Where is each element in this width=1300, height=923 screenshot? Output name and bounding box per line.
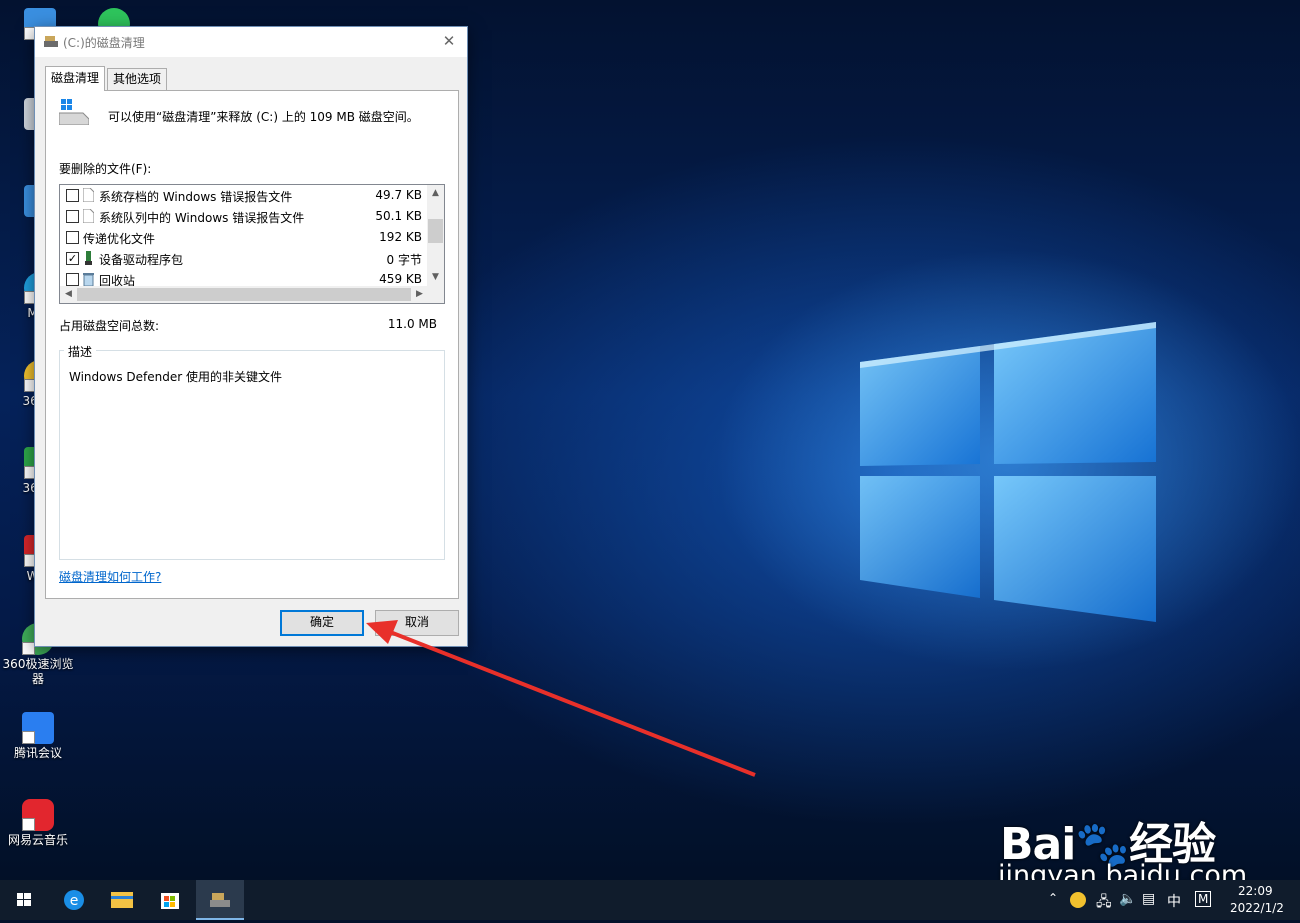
help-link[interactable]: 磁盘清理如何工作? [59,568,161,585]
checkbox-checked[interactable]: ✓ [66,252,79,265]
file-icon [83,188,94,202]
edge-icon: e [64,890,84,910]
netease-music-icon [22,799,54,831]
recycle-bin-icon [83,273,94,286]
tab-disk-cleanup[interactable]: 磁盘清理 [45,66,106,91]
tray-chevron-icon[interactable]: ⌃ [1048,891,1058,905]
file-icon [83,209,94,223]
checkbox[interactable] [66,189,79,202]
network-icon[interactable]: 🖧 [1096,891,1112,915]
scroll-down-icon[interactable]: ▼ [427,269,444,286]
svg-text:e: e [70,893,79,909]
checkbox[interactable] [66,210,79,223]
scroll-thumb[interactable] [428,219,443,243]
volume-icon[interactable]: 🔈 [1119,891,1136,907]
dialog-titlebar[interactable]: (C:)的磁盘清理 ✕ [35,27,467,57]
file-name: 设备驱动程序包 [99,253,184,267]
file-name: 传递优化文件 [83,232,156,246]
list-item[interactable]: 系统存档的 Windows 错误报告文件 49.7 KB [60,185,428,206]
windows-start-icon [17,893,31,906]
description-legend: 描述 [64,343,97,360]
list-item[interactable]: 传递优化文件 192 KB [60,227,428,248]
scrollbar-corner [427,286,444,303]
scroll-up-icon[interactable]: ▲ [427,185,444,202]
tab-more-options[interactable]: 其他选项 [107,68,168,91]
tray-360-icon[interactable] [1070,892,1086,908]
taskbar-file-explorer[interactable] [98,880,146,920]
drive-icon [59,99,89,125]
dialog-title: (C:)的磁盘清理 [63,36,145,50]
taskbar-disk-cleanup[interactable] [196,880,244,920]
total-space-value: 11.0 MB [387,317,437,331]
file-size: 459 KB [379,272,422,286]
description-text: Windows Defender 使用的非关键文件 [69,370,282,384]
file-size: 0 字节 [386,253,422,267]
taskbar-store[interactable] [146,880,194,920]
disk-cleanup-icon [210,893,230,907]
taskbar: e ⌃ 🖧 🔈 ▤ 中 M 22:09 2022/1/2 [0,880,1300,920]
file-name: 系统队列中的 Windows 错误报告文件 [99,211,305,225]
driver-package-icon [85,251,92,265]
store-icon [161,893,179,909]
file-size: 49.7 KB [375,188,422,202]
list-item[interactable]: 系统队列中的 Windows 错误报告文件 50.1 KB [60,206,428,227]
disk-cleanup-dialog: (C:)的磁盘清理 ✕ 磁盘清理 其他选项 可以使用“磁盘清理”来释放 (C:)… [34,26,468,647]
close-button[interactable]: ✕ [431,27,467,57]
vertical-scrollbar[interactable]: ▲ ▼ [427,185,444,286]
desktop-icon-tencent-meeting[interactable]: 腾讯会议 [0,712,76,761]
folder-icon [111,892,133,908]
start-button[interactable] [0,880,48,920]
notification-icon[interactable]: ▤ [1142,891,1155,907]
input-language[interactable]: 中 [1167,891,1181,911]
close-icon: ✕ [442,32,456,50]
file-name: 系统存档的 Windows 错误报告文件 [99,190,293,204]
scroll-right-icon[interactable]: ▶ [411,286,428,303]
total-space-label: 占用磁盘空间总数: [59,319,160,333]
ok-button[interactable]: 确定 [280,610,364,636]
checkbox[interactable] [66,273,79,286]
desktop-icon-netease-music[interactable]: 网易云音乐 [0,799,76,848]
list-item[interactable]: ✓ 设备驱动程序包 0 字节 [60,248,428,269]
cancel-button[interactable]: 取消 [375,610,459,636]
tencent-meeting-icon [22,712,54,744]
taskbar-edge[interactable]: e [50,880,98,920]
file-list[interactable]: 系统存档的 Windows 错误报告文件 49.7 KB 系统队列中的 Wind… [59,184,445,304]
tab-panel: 可以使用“磁盘清理”来释放 (C:) 上的 109 MB 磁盘空间。 要删除的文… [45,90,459,599]
file-size: 192 KB [379,230,422,244]
horizontal-scrollbar[interactable]: ◀ ▶ [60,286,428,303]
ime-mode[interactable]: M [1195,891,1212,907]
space-summary: 可以使用“磁盘清理”来释放 (C:) 上的 109 MB 磁盘空间。 [108,110,419,124]
scroll-left-icon[interactable]: ◀ [60,286,77,303]
scroll-thumb[interactable] [77,288,411,301]
clock-time[interactable]: 22:09 [1238,884,1273,898]
files-to-delete-label: 要删除的文件(F): [59,162,152,176]
clock-date[interactable]: 2022/1/2 [1230,901,1284,915]
disk-cleanup-icon [44,36,58,47]
checkbox[interactable] [66,231,79,244]
file-size: 50.1 KB [375,209,422,223]
